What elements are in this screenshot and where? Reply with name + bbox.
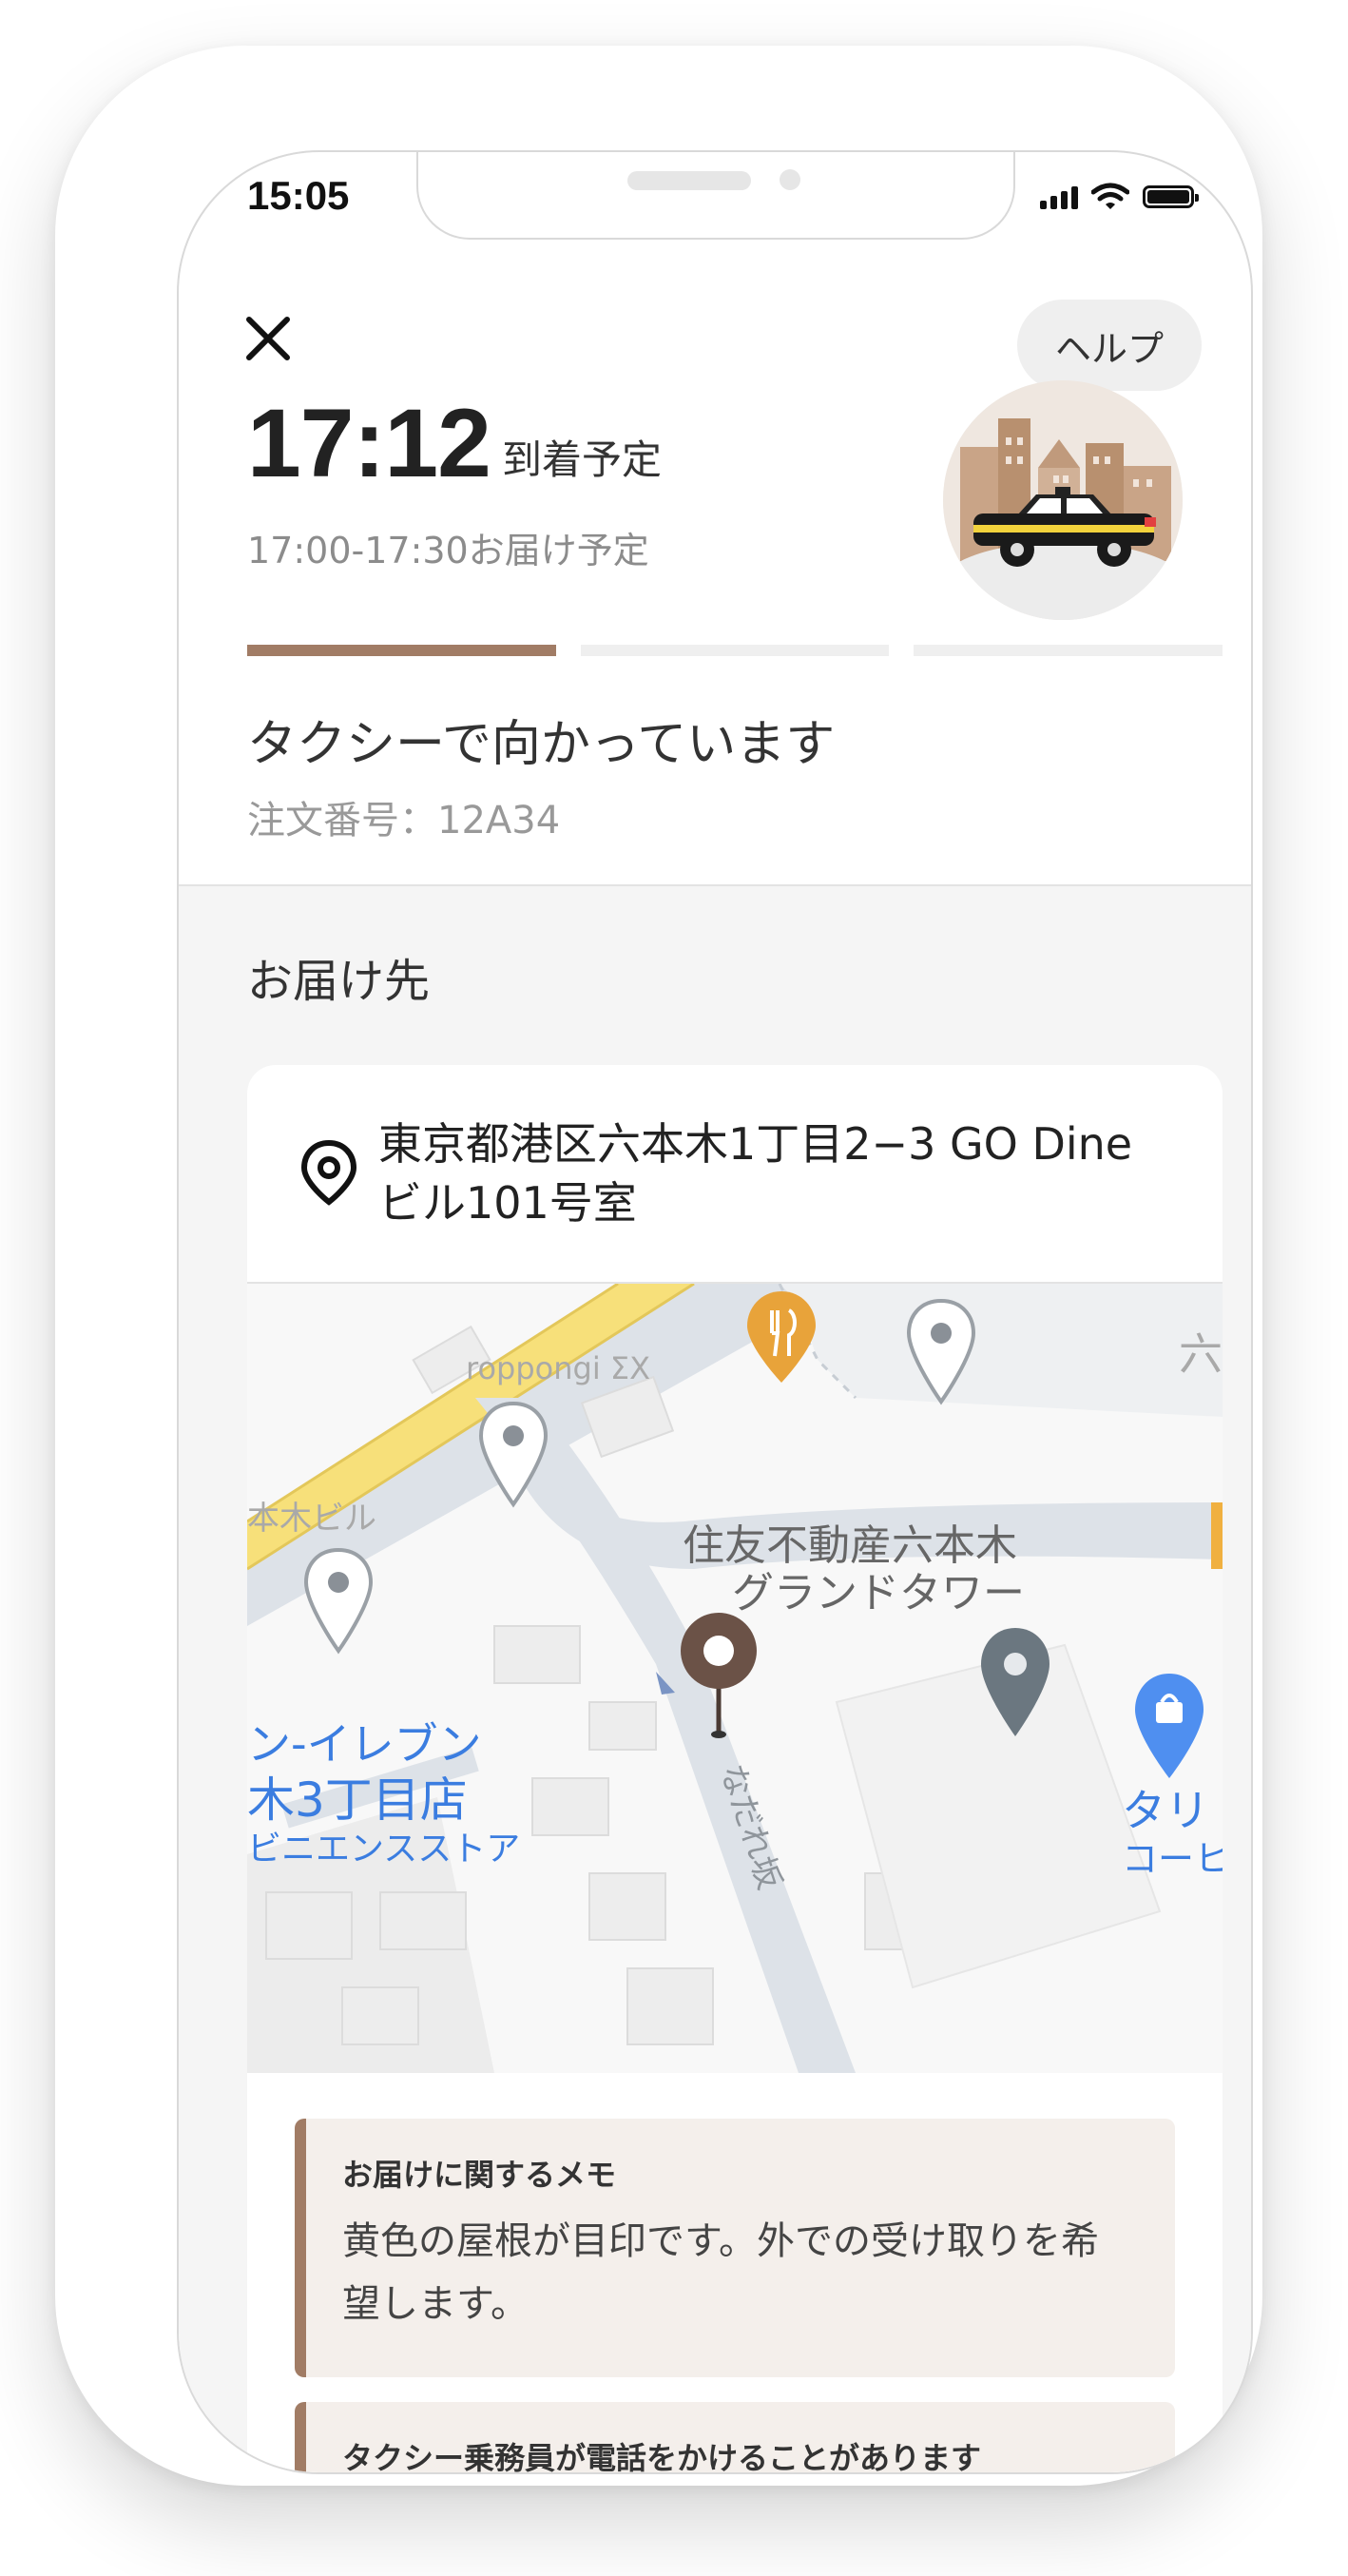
map-label-store-3: ビニエンスストア [247,1830,520,1869]
memo-text: 黄色の屋根が目印です。外での受け取りを希望します。 [342,2219,1099,2326]
destination-card: 東京都港区六本木1丁目2−3 GO Dineビル101号室 roppongi Σ… [247,1065,1223,2474]
progress-step-2 [580,645,890,656]
map-label-tower-2: グランドタワー [732,1569,1025,1617]
phone-frame: 15:05 ヘルプ 17:12 到着予定 17:00-17:30お届け予定 タク… [55,46,1262,2486]
status-bar-icons [1040,183,1199,211]
memo-title: タクシー乗務員が電話をかけることがあります [342,2440,982,2474]
delivery-progress [247,645,1223,656]
battery-icon [1143,185,1199,208]
map-label-corner: 六 [1179,1328,1223,1380]
taxi-illustration [943,380,1183,620]
delivery-memo: お届けに関するメモ 黄色の屋根が目印です。外での受け取りを希望します。 [295,2119,1175,2377]
delivery-window: 17:00-17:30お届け予定 [247,530,649,571]
location-pin-icon [300,1139,357,1206]
map-label-right-1: タリ [1122,1785,1209,1836]
map-label-store-2: 木3丁目店 [247,1772,468,1828]
eta-time: 17:12 [247,389,491,497]
map-label-building: 本木ビル [247,1500,376,1538]
memo-title: お届けに関するメモ [342,2157,617,2193]
close-icon[interactable] [243,314,293,363]
address-row: 東京都港区六本木1丁目2−3 GO Dineビル101号室 [247,1065,1223,1284]
map-label-tower-1: 住友不動産六本木 [683,1521,1017,1570]
driver-call-memo: タクシー乗務員が電話をかけることがあります [295,2402,1175,2474]
front-camera [780,169,800,190]
speaker-grille [627,171,751,190]
section-title: お届け先 [247,955,431,1008]
status-bar-time: 15:05 [247,173,350,218]
progress-step-1 [247,645,556,656]
app-screen: 15:05 ヘルプ 17:12 到着予定 17:00-17:30お届け予定 タク… [177,150,1253,2474]
delivery-status-message: タクシーで向かっています [247,716,836,773]
cellular-signal-icon [1040,184,1078,209]
delivery-destination-section: お届け先 東京都港区六本木1丁目2−3 GO Dineビル101号室 roppo… [179,884,1251,2474]
order-number: 注文番号：12A34 [247,799,561,843]
delivery-map[interactable]: roppongi ΣX 本木ビル 住友不動産六本木 グランドタワー ン-イレブン… [247,1284,1223,2073]
delivery-address: 東京都港区六本木1丁目2−3 GO Dineビル101号室 [378,1118,1133,1229]
map-label-roppongi: roppongi ΣX [466,1350,650,1386]
map-label-store-1: ン-イレブン [247,1718,482,1770]
help-button[interactable]: ヘルプ [1017,300,1202,391]
eta-label: 到着予定 [502,436,663,483]
device-notch [416,152,1015,240]
progress-step-3 [914,645,1223,656]
wifi-icon [1091,183,1129,209]
map-label-right-2: コーヒ [1122,1838,1223,1880]
